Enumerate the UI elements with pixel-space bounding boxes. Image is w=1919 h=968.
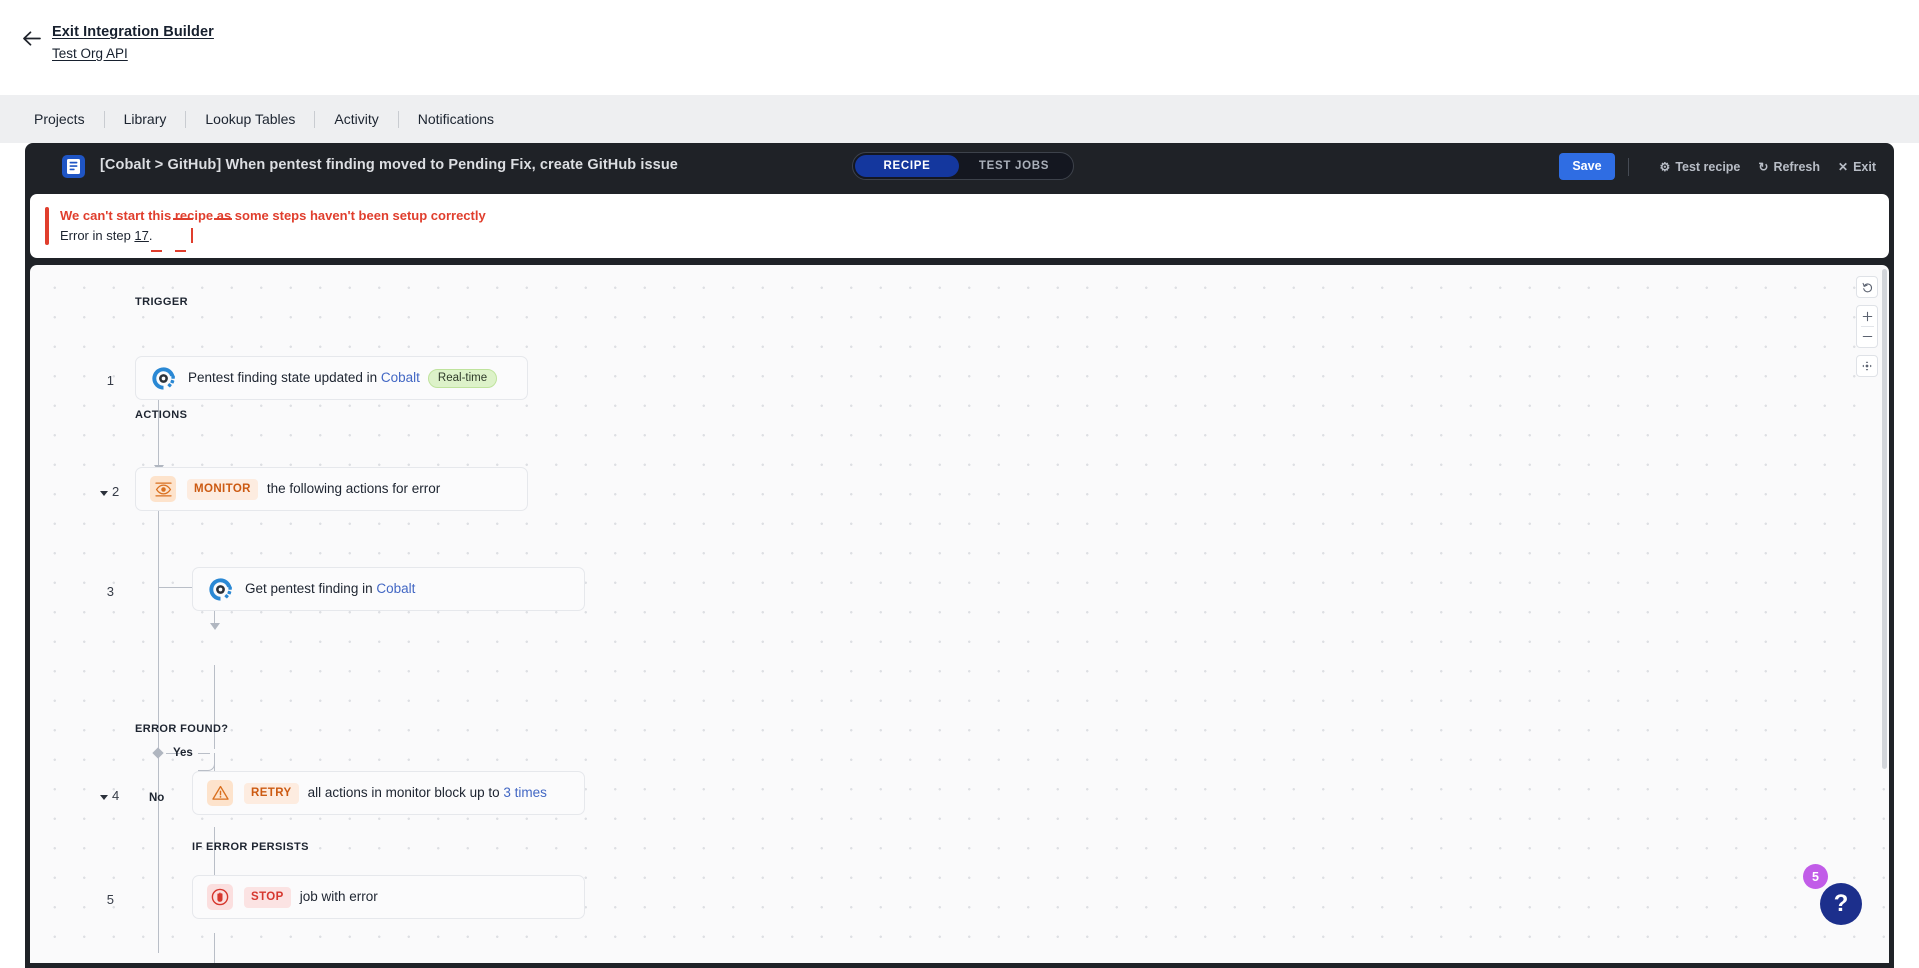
main-navigation: Projects Library Lookup Tables Activity …: [0, 95, 1919, 143]
realtime-badge: Real-time: [427, 368, 498, 388]
fit-screen-button[interactable]: [1856, 355, 1878, 377]
recipe-title: [Cobalt > GitHub] When pentest finding m…: [100, 157, 678, 173]
error-banner: We can't start this recipe as some steps…: [30, 194, 1889, 258]
recipe-canvas[interactable]: TRIGGER 1 Pentest finding state updated …: [30, 265, 1889, 963]
error-accent-bar: [45, 207, 49, 245]
step-2-text: the following actions for error: [266, 481, 441, 496]
stop-hand-icon: [207, 884, 233, 910]
connector-line: [158, 587, 160, 953]
refresh-icon: ↻: [1758, 159, 1769, 174]
step-number-5: 5: [106, 892, 114, 907]
fit-to-screen-icon[interactable]: [1856, 356, 1878, 376]
help-button[interactable]: ?: [1820, 883, 1862, 925]
zoom-controls[interactable]: [1856, 305, 1878, 348]
step-1-text: Pentest finding state updated in Cobalt: [188, 370, 420, 385]
header-divider: [1627, 157, 1629, 176]
recipe-header-bar: [Cobalt > GitHub] When pentest finding m…: [25, 143, 1894, 190]
step-card-4[interactable]: RETRY all actions in monitor block up to…: [192, 771, 585, 815]
connector-line: [214, 665, 216, 749]
save-button[interactable]: Save: [1559, 153, 1615, 180]
step-card-3[interactable]: Get pentest finding in Cobalt: [192, 567, 585, 611]
error-detail-prefix: Error in step: [60, 228, 135, 243]
error-headline: We can't start this recipe as some steps…: [60, 208, 486, 223]
decision-diamond: [152, 747, 164, 759]
monitor-eye-icon: [150, 476, 176, 502]
help-notification-badge[interactable]: 5: [1803, 864, 1828, 889]
error-step-link[interactable]: 17: [134, 228, 148, 243]
recipe-header-actions: Save ⚙ Test recipe ↻ Refresh ✕ Exit: [1559, 143, 1876, 190]
exit-button[interactable]: ✕ Exit: [1838, 160, 1876, 174]
top-bar: Exit Integration Builder Test Org API: [0, 0, 1919, 95]
test-recipe-button[interactable]: ⚙ Test recipe: [1660, 160, 1741, 174]
step-5-text: job with error: [299, 889, 378, 904]
nav-item-library[interactable]: Library: [105, 109, 186, 129]
branch-label-yes: Yes: [173, 747, 193, 759]
spellcheck-underline: [151, 250, 162, 252]
section-label-actions: ACTIONS: [135, 409, 188, 421]
step-card-2[interactable]: MONITOR the following actions for error: [135, 467, 528, 511]
undo-button[interactable]: [1856, 276, 1878, 298]
step-card-5[interactable]: STOP job with error: [192, 875, 585, 919]
keyword-stop: STOP: [244, 886, 291, 908]
error-detail: Error in step 17.: [60, 227, 153, 245]
org-name-label[interactable]: Test Org API: [52, 45, 128, 62]
cobalt-link[interactable]: Cobalt: [376, 581, 415, 596]
nav-item-notifications[interactable]: Notifications: [399, 109, 513, 129]
recipe-view-switch[interactable]: RECIPE TEST JOBS: [852, 152, 1074, 180]
recipe-editor-frame: [Cobalt > GitHub] When pentest finding m…: [25, 143, 1894, 968]
step-3-text: Get pentest finding in Cobalt: [245, 581, 416, 596]
exit-label: Exit: [1853, 159, 1876, 174]
connector-corner: [198, 753, 215, 771]
undo-icon[interactable]: [1856, 277, 1878, 297]
cobalt-app-icon: [150, 365, 176, 391]
refresh-label: Refresh: [1773, 159, 1820, 174]
gear-icon: ⚙: [1659, 159, 1671, 174]
warning-triangle-icon: [207, 780, 233, 806]
collapse-toggle-step-4[interactable]: [100, 795, 108, 800]
canvas-vertical-scrollbar[interactable]: [1882, 269, 1887, 769]
step-number-3: 3: [106, 584, 114, 599]
nav-item-projects[interactable]: Projects: [34, 109, 104, 129]
close-icon: ✕: [1838, 159, 1849, 174]
section-label-trigger: TRIGGER: [135, 296, 188, 308]
collapse-toggle-step-2[interactable]: [100, 491, 108, 496]
error-detail-suffix: .: [148, 228, 153, 243]
spellcheck-underline: [214, 218, 232, 220]
cobalt-link[interactable]: Cobalt: [381, 370, 420, 385]
cobalt-app-icon: [207, 576, 233, 602]
section-label-if-error-persists: IF ERROR PERSISTS: [192, 841, 309, 853]
step-number-2: 2: [112, 484, 120, 499]
spellcheck-underline: [173, 218, 193, 220]
recipe-document-icon: [62, 155, 85, 178]
zoom-in-icon[interactable]: [1856, 306, 1878, 326]
text-caret: [191, 228, 193, 243]
step-4-text: all actions in monitor block up to 3 tim…: [307, 785, 547, 800]
keyword-retry: RETRY: [244, 782, 299, 804]
branch-label-no: No: [149, 792, 165, 804]
exit-builder-label[interactable]: Exit Integration Builder: [52, 24, 214, 41]
keyword-monitor: MONITOR: [187, 478, 258, 500]
spellcheck-underline: [175, 250, 186, 252]
connector-line: [214, 933, 216, 963]
tab-recipe[interactable]: RECIPE: [855, 155, 959, 177]
arrow-left-icon[interactable]: [22, 28, 42, 48]
connector-arrow: [210, 623, 220, 630]
section-label-error-found: ERROR FOUND?: [135, 723, 229, 735]
step-number-1: 1: [106, 373, 114, 388]
question-mark-icon: ?: [1833, 890, 1849, 917]
tab-test-jobs[interactable]: TEST JOBS: [959, 155, 1069, 177]
nav-item-activity[interactable]: Activity: [315, 109, 397, 129]
step-card-1[interactable]: Pentest finding state updated in Cobalt …: [135, 356, 528, 400]
refresh-button[interactable]: ↻ Refresh: [1758, 160, 1820, 174]
test-recipe-label: Test recipe: [1675, 159, 1741, 174]
nav-item-lookup-tables[interactable]: Lookup Tables: [186, 109, 314, 129]
zoom-out-icon[interactable]: [1856, 327, 1878, 347]
step-number-4: 4: [112, 788, 120, 803]
retry-count-link[interactable]: 3 times: [503, 785, 547, 800]
